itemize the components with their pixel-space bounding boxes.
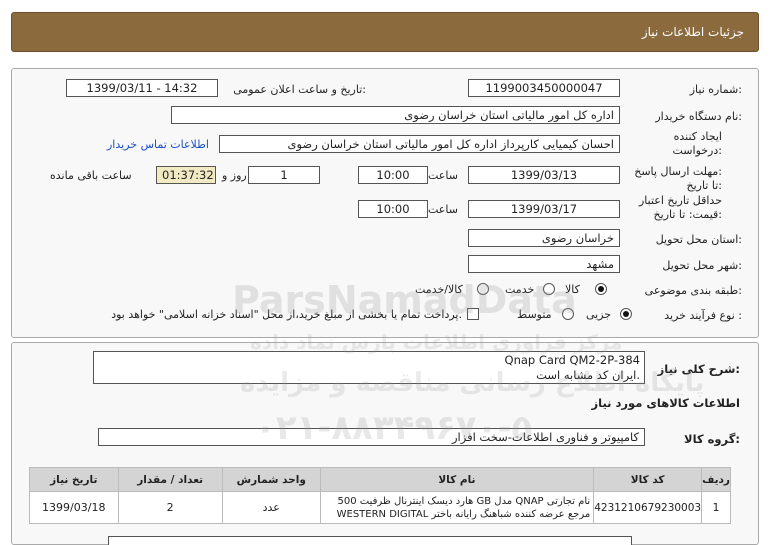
buyer-contact-link[interactable]: اطلاعات تماس خریدار	[107, 138, 209, 151]
goods-group-field: کامپیوتر و فناوری اطلاعات-سخت افزار	[98, 428, 645, 446]
need-number-label: شماره نیاز:	[689, 83, 742, 96]
summary-line-2: ایران کد مشابه است.	[536, 368, 640, 382]
table-row[interactable]: 1399/03/18 2 عدد هارد دیسک اینترنال ظرفی…	[29, 491, 731, 524]
days-label: روز و	[222, 169, 247, 182]
deadline-time-label: ساعت	[428, 169, 458, 182]
summary-label: شرح کلی نیاز:	[657, 362, 740, 376]
process-label: نوع فرآیند خرید :	[664, 309, 742, 322]
category-option-goods: کالا	[565, 283, 580, 296]
category-radio-goods[interactable]	[595, 283, 607, 295]
city-label: شهر محل تحویل:	[662, 259, 742, 272]
row-code: 4231210679230003	[593, 491, 703, 524]
category-radio-goods-service[interactable]	[477, 283, 489, 295]
remaining-label: ساعت باقی مانده	[50, 169, 132, 182]
category-label: طبقه بندی موضوعی:	[644, 284, 742, 297]
validity-label-1: حداقل تاریخ اعتبار	[638, 194, 722, 207]
announce-label: تاریخ و ساعت اعلان عمومی:	[233, 83, 366, 96]
validity-label-2: قیمت: تا تاریخ:	[653, 208, 722, 221]
announce-datetime-field: 1399/03/11 - 14:32	[66, 79, 218, 97]
col-index: ردیف	[701, 467, 731, 492]
province-label: استان محل تحویل:	[655, 233, 742, 246]
row-index: 1	[701, 491, 731, 524]
col-date: تاریخ نیاز	[29, 467, 119, 492]
deadline-time-field: 10:00	[358, 166, 428, 184]
province-field: خراسان رضوی	[468, 229, 620, 247]
page-title: جزئیات اطلاعات نیاز	[641, 25, 744, 39]
category-radio-service[interactable]	[543, 283, 555, 295]
goods-section-title: اطلاعات کالاهای مورد نیاز	[591, 396, 740, 410]
row-qty: 2	[117, 491, 223, 524]
remaining-time-field: 01:37:32	[156, 166, 216, 184]
summary-box: Qnap Card QM2-2P-384 ایران کد مشابه است.	[93, 351, 645, 384]
city-field: مشهد	[468, 255, 620, 273]
row-name-line-2: WESTERN DIGITAL مرجع عرضه کننده شباهنگ ر…	[336, 508, 591, 520]
treasury-payment-note: پرداخت تمام یا بخشی از مبلغ خرید،از محل …	[111, 308, 462, 321]
creator-field: احسان کیمیایی کارپرداز اداره کل امور مال…	[219, 135, 620, 153]
creator-label-2: درخواست:	[672, 144, 723, 157]
process-radio-medium[interactable]	[562, 308, 574, 320]
buyer-label: نام دستگاه خریدار:	[655, 110, 742, 123]
days-remaining-field: 1	[248, 166, 320, 184]
row-date: 1399/03/18	[29, 491, 119, 524]
deadline-date-field: 1399/03/13	[468, 166, 620, 184]
bottom-box	[108, 536, 632, 545]
row-unit: عدد	[221, 491, 321, 524]
category-option-goods-service: کالا/خدمت	[415, 283, 463, 296]
buyer-field: اداره کل امور مالیاتی استان خراسان رضوی	[171, 106, 620, 124]
need-number-field: 1199003450000047	[468, 79, 620, 97]
goods-table-header: تاریخ نیاز تعداد / مقدار واحد شمارش نام …	[29, 467, 731, 492]
validity-time-field: 10:00	[358, 200, 428, 218]
page-header: جزئیات اطلاعات نیاز	[11, 12, 759, 52]
validity-date-field: 1399/03/17	[468, 200, 620, 218]
deadline-label-1: مهلت ارسال پاسخ:	[634, 165, 722, 178]
treasury-payment-checkbox[interactable]	[467, 308, 479, 320]
row-name-line-1: هارد دیسک اینترنال ظرفیت 500 GB مدل QNAP…	[337, 495, 591, 507]
process-radio-minor[interactable]	[620, 308, 632, 320]
deadline-label-2: تا تاریخ:	[686, 179, 722, 192]
goods-table: تاریخ نیاز تعداد / مقدار واحد شمارش نام …	[29, 467, 731, 524]
row-name: هارد دیسک اینترنال ظرفیت 500 GB مدل QNAP…	[319, 491, 595, 524]
goods-group-label: گروه کالا:	[684, 432, 740, 446]
col-code: کد کالا	[593, 467, 703, 492]
process-option-minor: جزیی	[586, 308, 612, 321]
creator-label-1: ایجاد کننده	[673, 130, 722, 143]
summary-line-1: Qnap Card QM2-2P-384	[504, 353, 640, 367]
col-unit: واحد شمارش	[221, 467, 321, 492]
process-option-medium: متوسط	[517, 308, 552, 321]
col-qty: تعداد / مقدار	[117, 467, 223, 492]
col-name: نام کالا	[319, 467, 595, 492]
validity-time-label: ساعت	[428, 203, 458, 216]
category-option-service: خدمت	[505, 283, 535, 296]
